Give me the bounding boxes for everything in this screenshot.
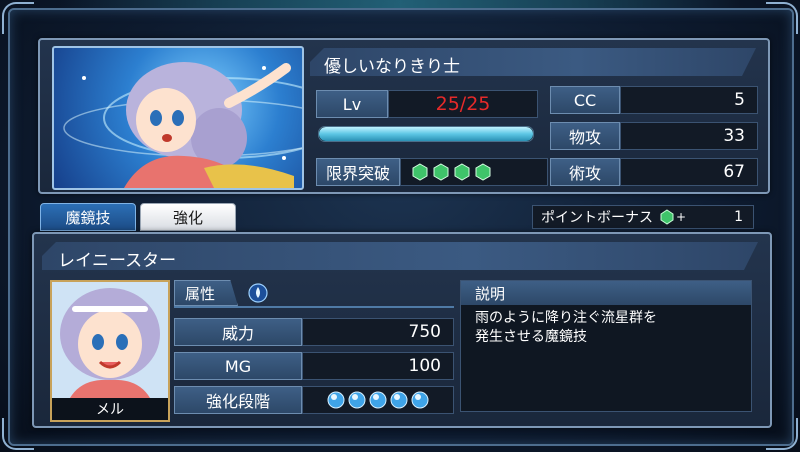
cc-value: 5 <box>620 86 758 114</box>
limit-break-gem-icon <box>412 163 428 181</box>
corner-ornament <box>2 2 34 34</box>
point-bonus-label: ポイントボーナス <box>541 210 653 226</box>
power-row: 威力 750 <box>174 318 454 346</box>
exp-bar-fill <box>319 127 533 141</box>
portrait-art <box>63 62 302 188</box>
description-box: 説明 雨のように降り注ぐ流星群を 発生させる魔鏡技 <box>460 280 752 412</box>
level-value: 25/25 <box>388 90 538 118</box>
limit-break-gem-icon <box>475 163 491 181</box>
tab-skill[interactable]: 魔鏡技 <box>40 203 136 231</box>
enhance-stage-orb-icon <box>348 391 366 409</box>
description-label: 説明 <box>461 281 751 305</box>
point-bonus-plus: + <box>676 210 687 224</box>
character-card[interactable]: メル <box>50 280 170 422</box>
mg-value: 100 <box>302 352 454 380</box>
power-value: 750 <box>302 318 454 346</box>
mag-atk-row: 術攻 67 <box>550 158 758 186</box>
enhance-stage-row: 強化段階 <box>174 386 454 414</box>
skill-name: レイニースター <box>58 251 177 271</box>
exp-bar <box>318 126 534 142</box>
level-row: Lv 25/25 <box>316 90 538 118</box>
enhance-stage-orb-icon <box>411 391 429 409</box>
point-bonus-value: 1 <box>734 209 743 225</box>
enhance-stage-orb-icon <box>327 391 345 409</box>
screen-frame: 優しいなりきり士 Lv 25/25 限界突破 CC 5 物攻 33 術攻 67 … <box>0 0 800 452</box>
cc-row: CC 5 <box>550 86 758 114</box>
limit-break-gems <box>400 158 548 186</box>
character-portrait[interactable] <box>52 46 304 190</box>
phys-atk-row: 物攻 33 <box>550 122 758 150</box>
limit-break-gem-icon <box>454 163 470 181</box>
point-bonus: ポイントボーナス + 1 <box>532 205 754 229</box>
enhance-stage-orb-icon <box>369 391 387 409</box>
tab-enhance[interactable]: 強化 <box>140 203 236 231</box>
corner-ornament <box>766 2 798 34</box>
mag-atk-label: 術攻 <box>550 158 620 186</box>
water-drop-icon <box>248 283 268 303</box>
attribute-row: 属性 <box>174 280 454 308</box>
character-panel: 優しいなりきり士 Lv 25/25 限界突破 CC 5 物攻 33 術攻 67 <box>38 38 770 194</box>
power-label: 威力 <box>174 318 302 346</box>
mg-row: MG 100 <box>174 352 454 380</box>
description-text: 雨のように降り注ぐ流星群を 発生させる魔鏡技 <box>475 310 657 345</box>
limit-break-row: 限界突破 <box>316 158 548 186</box>
level-label: Lv <box>316 90 388 118</box>
mag-atk-value: 67 <box>620 158 758 186</box>
limit-break-label: 限界突破 <box>316 158 400 186</box>
character-card-name: メル <box>52 398 168 420</box>
phys-atk-label: 物攻 <box>550 122 620 150</box>
character-card-art <box>52 282 168 398</box>
limit-break-gem-icon <box>433 163 449 181</box>
enhance-stage-orb-icon <box>390 391 408 409</box>
attribute-underline <box>174 306 454 308</box>
phys-atk-value: 33 <box>620 122 758 150</box>
enhance-stage-label: 強化段階 <box>174 386 302 414</box>
enhance-stage-orbs <box>302 386 454 414</box>
skill-panel: レイニースター メル 属性 威力 750 MG 100 強化段階 説明 雨のよう… <box>32 232 772 428</box>
character-title: 優しいなりきり士 <box>324 57 460 77</box>
green-gem-icon <box>660 209 674 225</box>
cc-label: CC <box>550 86 620 114</box>
attribute-label: 属性 <box>174 280 238 306</box>
mg-label: MG <box>174 352 302 380</box>
corner-ornament <box>2 418 34 450</box>
